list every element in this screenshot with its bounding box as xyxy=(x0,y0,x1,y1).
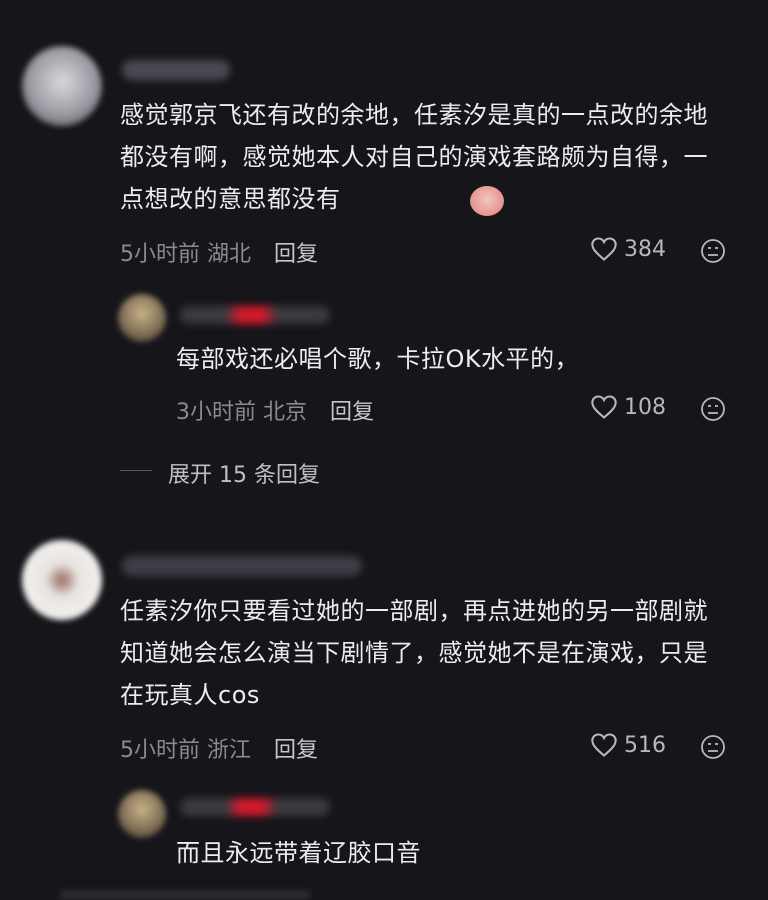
reply-meta: 3小时前 北京 回复 xyxy=(176,394,374,426)
comment-location: 浙江 xyxy=(207,738,252,763)
reply-button[interactable]: 回复 xyxy=(274,242,318,267)
commenter-name[interactable] xyxy=(122,60,230,80)
reply-text: 每部戏还必唱个歌，卡拉OK水平的， xyxy=(176,345,580,373)
comment-time: 5小时前 xyxy=(120,738,200,763)
sticker-emoji xyxy=(470,186,504,216)
dislike-icon[interactable] xyxy=(700,734,726,760)
replier-avatar[interactable] xyxy=(118,790,166,838)
reply-button[interactable]: 回复 xyxy=(274,738,318,763)
comment-text: 感觉郭京飞还有改的余地，任素汐是真的一点改的余地都没有啊，感觉她本人对自己的演戏… xyxy=(120,101,708,213)
reply-like-count: 108 xyxy=(624,394,666,420)
reply-location: 北京 xyxy=(263,400,308,425)
replier-avatar[interactable] xyxy=(118,294,166,342)
heart-icon xyxy=(591,237,617,261)
replier-name[interactable] xyxy=(180,306,330,324)
commenter-avatar[interactable] xyxy=(22,540,102,620)
like-button[interactable]: 516 xyxy=(590,732,666,758)
reply-like-button[interactable]: 108 xyxy=(590,394,666,420)
like-count: 384 xyxy=(624,236,666,262)
like-button[interactable]: 384 xyxy=(590,236,666,262)
replier-name[interactable] xyxy=(180,798,330,816)
comment-location: 湖北 xyxy=(207,242,252,267)
dislike-icon[interactable] xyxy=(700,396,726,422)
like-count: 516 xyxy=(624,732,666,758)
dislike-icon[interactable] xyxy=(700,238,726,264)
commenter-avatar[interactable] xyxy=(22,46,102,126)
reply-reply-button[interactable]: 回复 xyxy=(330,400,374,425)
bottom-blur-bar xyxy=(60,890,310,900)
reply-time: 3小时前 xyxy=(176,400,256,425)
comment-meta: 5小时前 浙江 回复 xyxy=(120,732,318,764)
comment-text: 任素汐你只要看过她的一部剧，再点进她的另一部剧就知道她会怎么演当下剧情了，感觉她… xyxy=(120,597,708,709)
commenter-name[interactable] xyxy=(122,556,362,576)
comment-time: 5小时前 xyxy=(120,242,200,267)
heart-icon xyxy=(591,733,617,757)
comment-meta: 5小时前 湖北 回复 xyxy=(120,236,318,268)
reply-text: 而且永远带着辽胶口音 xyxy=(176,839,421,867)
expand-divider xyxy=(120,470,152,471)
expand-replies-button[interactable]: 展开 15 条回复 xyxy=(168,457,320,489)
heart-icon xyxy=(591,395,617,419)
